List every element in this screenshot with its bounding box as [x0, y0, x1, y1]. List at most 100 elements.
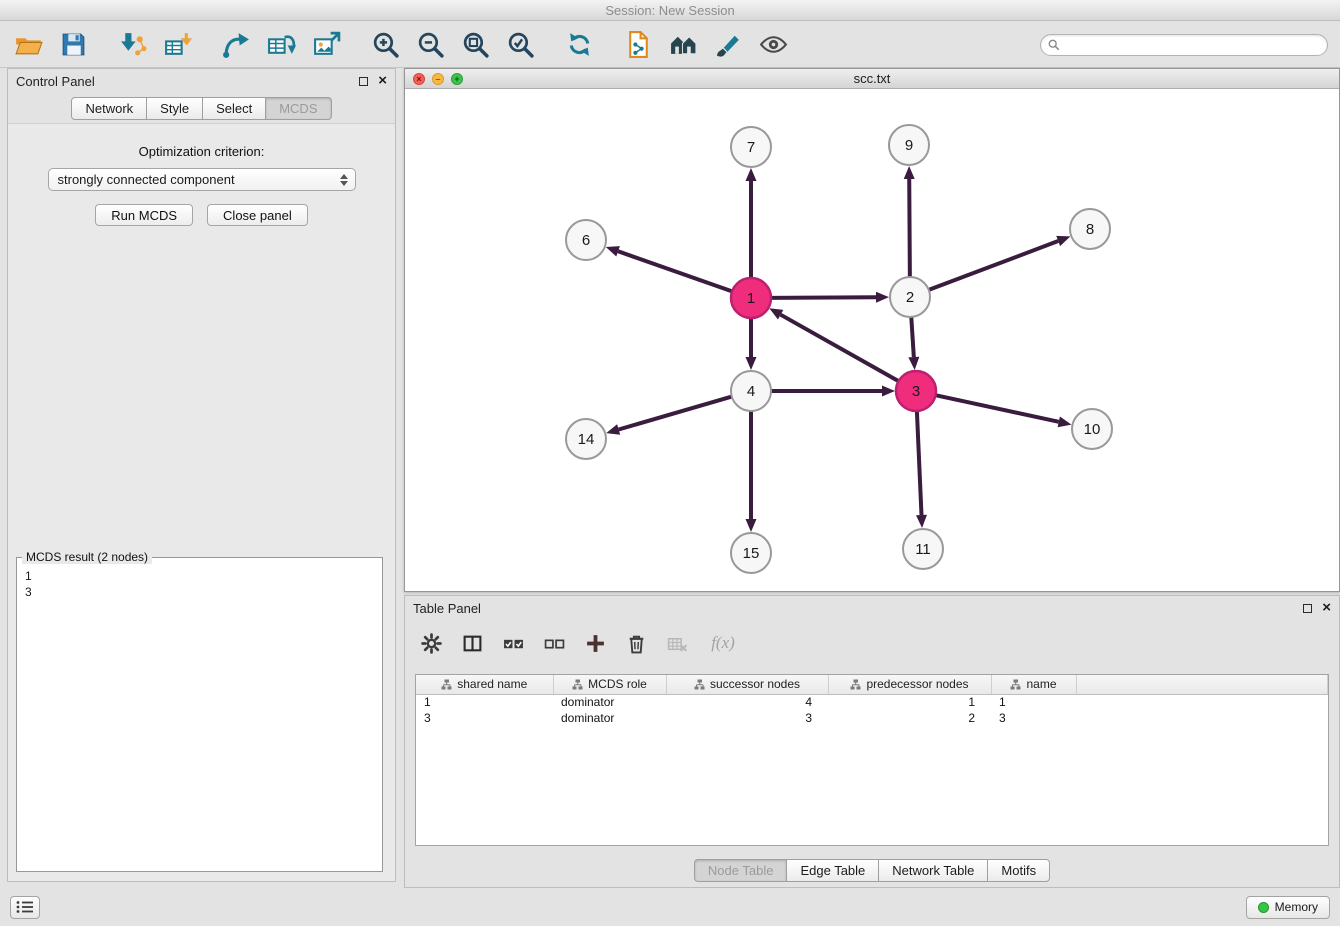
open-home-icon[interactable] — [667, 29, 699, 61]
node-label: 4 — [747, 383, 755, 400]
column-header-predecessor-nodes[interactable]: predecessor nodes — [828, 675, 991, 694]
edge-1-6[interactable] — [618, 251, 732, 291]
memory-button[interactable]: Memory — [1246, 896, 1330, 919]
network-window-titlebar[interactable]: × – + scc.txt — [405, 69, 1339, 89]
edge-2-3[interactable] — [911, 317, 914, 357]
edge-4-14[interactable] — [619, 397, 732, 430]
tab-style[interactable]: Style — [146, 97, 203, 120]
show-panel-menu-button[interactable] — [10, 896, 40, 919]
cell[interactable]: 2 — [828, 710, 991, 726]
paint-style-icon[interactable] — [712, 29, 744, 61]
network-graph[interactable]: 7 9 6 8 1 2 4 3 14 10 15 11 — [405, 89, 1339, 591]
function-builder-label: f(x) — [711, 633, 735, 653]
search-input[interactable] — [1065, 38, 1320, 52]
show-hide-icon[interactable] — [757, 29, 789, 61]
cell[interactable]: 1 — [828, 694, 991, 710]
node-2[interactable]: 2 — [890, 277, 930, 317]
edge-2-8[interactable] — [929, 241, 1058, 290]
edge-3-1[interactable] — [781, 315, 899, 381]
node-1[interactable]: 1 — [731, 278, 771, 318]
cell[interactable]: dominator — [553, 694, 666, 710]
function-builder-icon: f(x) — [706, 631, 740, 655]
close-panel-icon[interactable]: × — [378, 75, 387, 87]
share-network-icon[interactable] — [220, 29, 252, 61]
table-tabs: Node TableEdge TableNetwork TableMotifs — [405, 859, 1339, 882]
export-image-icon[interactable] — [310, 29, 342, 61]
edge-2-9[interactable] — [909, 179, 910, 277]
node-10[interactable]: 10 — [1072, 409, 1112, 449]
node-3[interactable]: 3 — [896, 371, 936, 411]
table-settings-icon[interactable] — [419, 631, 443, 655]
column-header-filler — [1076, 675, 1328, 694]
optimization-dropdown[interactable]: strongly connected component — [48, 168, 356, 191]
deselect-all-icon[interactable] — [542, 631, 566, 655]
node-8[interactable]: 8 — [1070, 209, 1110, 249]
zoom-out-icon[interactable] — [414, 29, 446, 61]
search-box[interactable] — [1040, 34, 1328, 56]
column-header-shared-name[interactable]: shared name — [416, 675, 553, 694]
node-6[interactable]: 6 — [566, 220, 606, 260]
float-table-panel-icon[interactable] — [1303, 604, 1312, 613]
save-session-icon[interactable] — [57, 29, 89, 61]
close-panel-button[interactable]: Close panel — [207, 204, 308, 226]
cell[interactable]: 4 — [666, 694, 828, 710]
tab-network[interactable]: Network — [71, 97, 147, 120]
table-tab-edge-table[interactable]: Edge Table — [786, 859, 879, 882]
table-tab-motifs[interactable]: Motifs — [987, 859, 1050, 882]
zoom-window-button[interactable]: + — [451, 73, 463, 85]
column-label: name — [1026, 677, 1056, 691]
float-panel-icon[interactable] — [359, 77, 368, 86]
zoom-selected-icon[interactable] — [504, 29, 536, 61]
node-table[interactable]: shared nameMCDS rolesuccessor nodesprede… — [415, 674, 1329, 846]
column-header-name[interactable]: name — [991, 675, 1076, 694]
zoom-in-icon[interactable] — [369, 29, 401, 61]
select-all-icon[interactable] — [501, 631, 525, 655]
minimize-window-button[interactable]: – — [432, 73, 444, 85]
mcds-result-node: 3 — [25, 584, 374, 600]
delete-row-icon[interactable] — [624, 631, 648, 655]
title-bar[interactable]: Session: New Session — [0, 0, 1340, 21]
cell[interactable]: dominator — [553, 710, 666, 726]
zoom-fit-icon[interactable] — [459, 29, 491, 61]
table-tab-network-table[interactable]: Network Table — [878, 859, 988, 882]
share-document-icon[interactable] — [622, 29, 654, 61]
column-header-mcds-role[interactable]: MCDS role — [553, 675, 666, 694]
node-label: 10 — [1084, 421, 1101, 438]
edge-arrowhead — [882, 386, 895, 397]
tab-mcds[interactable]: MCDS — [265, 97, 331, 120]
cell[interactable]: 3 — [416, 710, 553, 726]
node-14[interactable]: 14 — [566, 419, 606, 459]
table-panel: Table Panel × f(x) shared nameMCDS roles… — [404, 595, 1340, 888]
node-label: 7 — [747, 139, 755, 156]
close-window-button[interactable]: × — [413, 73, 425, 85]
edge-3-11[interactable] — [917, 411, 922, 515]
refresh-view-icon[interactable] — [563, 29, 595, 61]
add-row-icon[interactable] — [583, 631, 607, 655]
node-15[interactable]: 15 — [731, 533, 771, 573]
network-canvas[interactable]: 7 9 6 8 1 2 4 3 14 10 15 11 — [405, 89, 1339, 591]
run-mcds-button[interactable]: Run MCDS — [95, 204, 193, 226]
cell[interactable]: 3 — [991, 710, 1076, 726]
tab-select[interactable]: Select — [202, 97, 266, 120]
column-type-icon — [441, 679, 452, 690]
node-9[interactable]: 9 — [889, 125, 929, 165]
node-4[interactable]: 4 — [731, 371, 771, 411]
edge-1-2[interactable] — [771, 297, 876, 298]
mcds-result-list[interactable]: 13 — [16, 557, 383, 872]
node-11[interactable]: 11 — [903, 529, 943, 569]
cell[interactable]: 3 — [666, 710, 828, 726]
import-network-icon[interactable] — [116, 29, 148, 61]
show-columns-icon[interactable] — [460, 631, 484, 655]
open-file-icon[interactable] — [12, 29, 44, 61]
clone-network-icon[interactable] — [265, 29, 297, 61]
table-tab-node-table[interactable]: Node Table — [694, 859, 788, 882]
import-table-icon[interactable] — [161, 29, 193, 61]
cell[interactable]: 1 — [416, 694, 553, 710]
edge-3-10[interactable] — [936, 395, 1059, 422]
close-table-panel-icon[interactable]: × — [1322, 602, 1331, 614]
table-row[interactable]: 3dominator323 — [416, 710, 1328, 726]
table-row[interactable]: 1dominator411 — [416, 694, 1328, 710]
cell[interactable]: 1 — [991, 694, 1076, 710]
column-header-successor-nodes[interactable]: successor nodes — [666, 675, 828, 694]
node-7[interactable]: 7 — [731, 127, 771, 167]
